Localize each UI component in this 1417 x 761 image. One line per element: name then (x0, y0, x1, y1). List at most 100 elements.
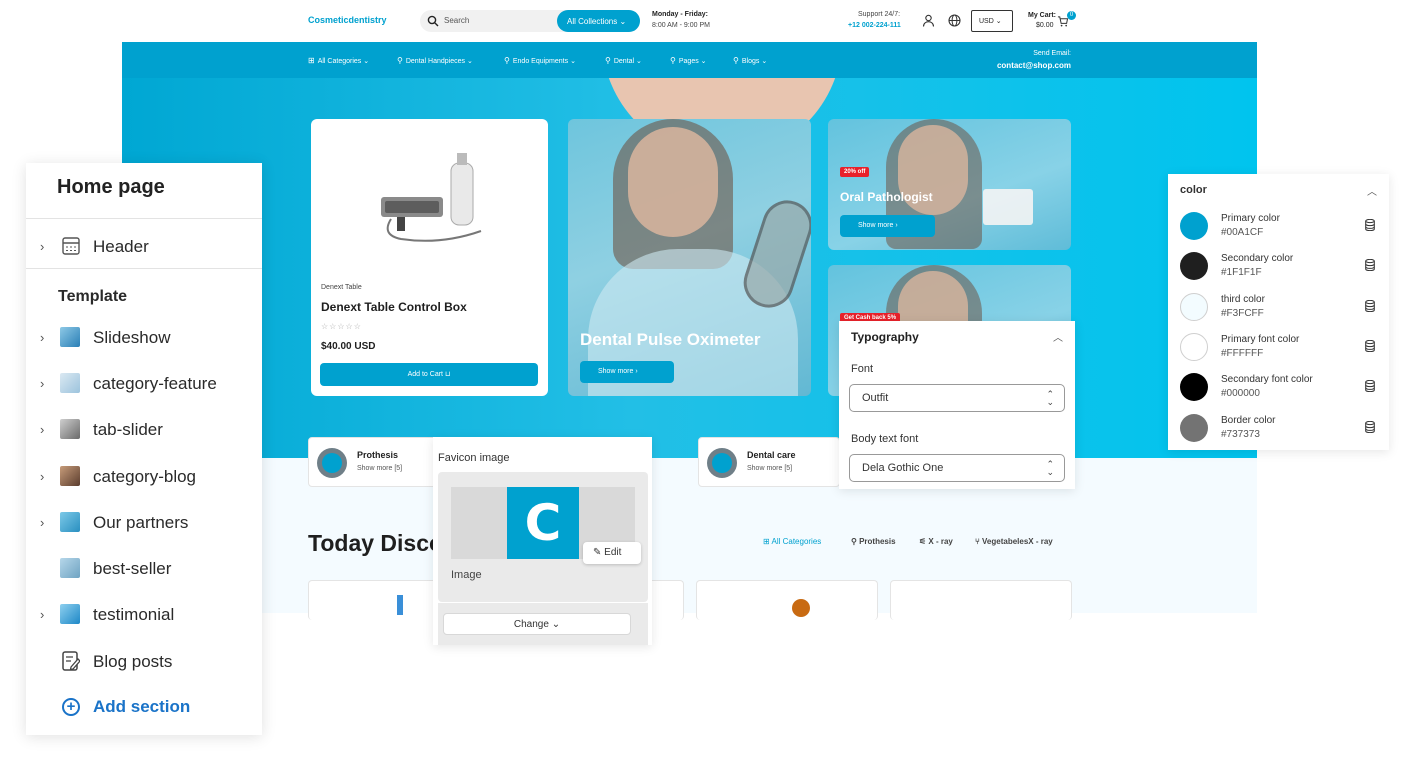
product-title[interactable]: Denext Table Control Box (321, 300, 467, 314)
cart-icon[interactable] (1057, 16, 1068, 27)
color-row[interactable]: Secondary color #1F1F1F (1168, 249, 1389, 289)
store-logo[interactable]: Cosmeticdentistry (308, 15, 387, 25)
globe-icon[interactable] (948, 14, 961, 27)
sidebar-item-category-blog[interactable]: › category-blog (26, 462, 262, 492)
color-panel-title: color (1180, 184, 1207, 196)
category-name: Prothesis (357, 450, 399, 460)
chevron-up-icon[interactable]: ︿ (1367, 183, 1377, 198)
tab-all-categories[interactable]: ⊞ All Categories (763, 537, 821, 546)
sidebar-item-label: category-blog (93, 467, 197, 486)
sidebar-item-tab-slider[interactable]: › tab-slider (26, 415, 262, 445)
database-icon[interactable] (1365, 420, 1375, 433)
favicon-title: Favicon image (438, 452, 510, 464)
nav-all-categories[interactable]: ⊞ All Categories ⌄ (308, 56, 369, 65)
add-section-button[interactable]: Add section (93, 697, 190, 717)
sidebar-item-testimonial[interactable]: › testimonial (26, 600, 262, 630)
color-row[interactable]: Primary font color #FFFFFF (1168, 330, 1389, 370)
database-icon[interactable] (1365, 219, 1375, 231)
nav-blogs[interactable]: ⚲ Blogs ⌄ (733, 56, 767, 65)
database-icon[interactable] (1365, 339, 1375, 352)
category-show-more[interactable]: Show more [5] (357, 465, 402, 472)
tab-prothesis[interactable]: ⚲ Prothesis (851, 537, 896, 546)
user-icon[interactable] (922, 14, 935, 27)
body-font-select-value: Dela Gothic One (862, 462, 944, 474)
font-select[interactable]: Outfit ⌃ ⌄ (849, 384, 1065, 412)
favicon-logo: C (507, 487, 579, 559)
banner-main[interactable]: Dental Pulse Oximeter Show more › (568, 119, 811, 396)
banner-main-title: Dental Pulse Oximeter (580, 330, 761, 349)
sidebar-item-best-seller[interactable]: best-seller (26, 554, 262, 584)
content-background (122, 458, 1257, 613)
plus-circle-icon[interactable]: + (62, 698, 80, 716)
chevron-right-icon[interactable]: › (40, 239, 44, 254)
discount-product-card[interactable] (890, 580, 1072, 620)
category-dental-care[interactable]: Dental care Show more [5] (698, 437, 840, 487)
sidebar-item-slideshow[interactable]: › Slideshow (26, 323, 262, 353)
nav-endo-equipments[interactable]: ⚲ Endo Equipments ⌄ (504, 56, 576, 65)
sidebar-item-our-partners[interactable]: › Our partners (26, 508, 262, 538)
color-row[interactable]: Secondary font color #000000 (1168, 370, 1389, 410)
body-font-label: Body text font (851, 433, 919, 445)
currency-value: USD (979, 18, 994, 25)
color-row[interactable]: third color #F3FCFF (1168, 290, 1389, 330)
cart-total: $0.00 (1036, 22, 1054, 29)
color-swatch[interactable] (1180, 252, 1208, 281)
nav-pages[interactable]: ⚲ Pages ⌄ (670, 56, 707, 65)
add-to-cart-button[interactable]: Add to Cart ⊔ (320, 363, 538, 386)
nav-label: Pages (678, 58, 699, 65)
color-name: third color (1221, 293, 1265, 305)
grid-icon: ⊞ (308, 56, 315, 65)
xray-card-image (983, 189, 1033, 225)
database-icon[interactable] (1365, 259, 1375, 272)
tab-x-ray[interactable]: ⚟ X - ray (919, 537, 953, 546)
chevron-right-icon[interactable]: › (40, 422, 44, 437)
nav-dental[interactable]: ⚲ Dental ⌄ (605, 56, 642, 65)
send-email-address[interactable]: contact@shop.com (997, 61, 1071, 70)
nav-dental-handpieces[interactable]: ⚲ Dental Handpieces ⌄ (397, 56, 473, 65)
add-to-cart-label: Add to Cart (407, 371, 443, 378)
sidebar-item-label: best-seller (93, 559, 172, 578)
support-phone[interactable]: +12 002-224-111 (848, 22, 901, 29)
color-swatch[interactable] (1180, 373, 1208, 402)
banner-top[interactable]: 20% off Oral Pathologist Show more › (828, 119, 1071, 250)
tab-vegetables-x-ray[interactable]: ⑂ VegetabelesX - ray (975, 537, 1053, 546)
sidebar-item-label: Slideshow (93, 328, 171, 347)
tab-label: All Categories (771, 537, 822, 546)
favicon-change-button[interactable]: Change ⌄ (443, 613, 631, 635)
color-swatch[interactable] (1180, 292, 1208, 321)
sidebar-item-header[interactable]: › Header (26, 232, 262, 262)
chevron-right-icon[interactable]: › (40, 376, 44, 391)
banner-main-show-more-button[interactable]: Show more › (580, 361, 674, 383)
sidebar-item-category-feature[interactable]: › category-feature (26, 369, 262, 399)
all-collections-dropdown[interactable]: All Collections ⌄ (557, 10, 640, 32)
product-card[interactable]: Denext Table Denext Table Control Box ☆☆… (311, 119, 548, 396)
favicon-edit-button[interactable]: ✎ Edit (583, 542, 641, 564)
cart-label[interactable]: My Cart: (1028, 12, 1056, 19)
favicon-image-area: C ✎ Edit (451, 487, 641, 564)
color-swatch[interactable] (1180, 332, 1208, 361)
category-show-more[interactable]: Show more [5] (747, 465, 792, 472)
color-row[interactable]: Primary color #00A1CF (1168, 209, 1389, 249)
chevron-right-icon[interactable]: › (40, 330, 44, 345)
color-swatch[interactable] (1180, 413, 1208, 442)
chevron-right-icon: › (635, 368, 638, 375)
color-swatch[interactable] (1180, 212, 1208, 240)
store-search-input[interactable]: Search All Collections ⌄ (420, 10, 640, 32)
chevron-right-icon[interactable]: › (40, 607, 44, 622)
chevron-right-icon[interactable]: › (40, 515, 44, 530)
body-font-select[interactable]: Dela Gothic One ⌃ ⌄ (849, 454, 1065, 482)
database-icon[interactable] (1365, 380, 1375, 393)
sidebar-item-label: Header (93, 237, 149, 256)
best-seller-thumb-icon (60, 558, 80, 578)
banner-top-show-more-button[interactable]: Show more › (840, 215, 935, 237)
slideshow-thumb-icon (60, 327, 80, 347)
chevron-right-icon[interactable]: › (40, 469, 44, 484)
database-icon[interactable] (1365, 299, 1375, 312)
chevron-up-icon[interactable]: ︿ (1053, 329, 1063, 344)
tooth-icon: ⚲ (504, 56, 510, 65)
discount-product-card[interactable] (696, 580, 878, 620)
fork-icon: ⑂ (975, 537, 983, 546)
sidebar-item-blog-posts[interactable]: Blog posts (26, 647, 262, 677)
color-row[interactable]: Border color #737373 (1168, 411, 1389, 451)
currency-select[interactable]: USD ⌄ (971, 10, 1013, 32)
